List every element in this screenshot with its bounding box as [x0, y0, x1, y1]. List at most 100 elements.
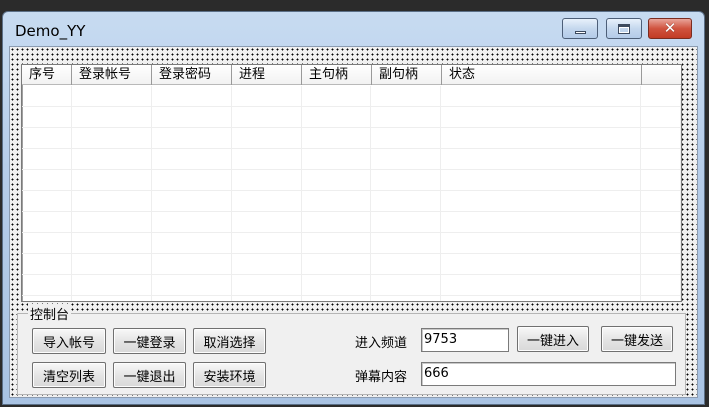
one-click-login-button[interactable]: 一键登录	[113, 328, 186, 354]
table-cell	[232, 86, 302, 106]
import-accounts-button[interactable]: 导入帐号	[32, 328, 106, 354]
table-cell	[302, 86, 372, 106]
table-cell	[371, 170, 442, 190]
channel-input[interactable]: 9753	[421, 328, 509, 352]
table-row	[22, 212, 681, 233]
table-cell	[441, 296, 642, 301]
install-environment-button[interactable]: 安装环境	[193, 362, 266, 388]
table-cell	[371, 107, 442, 127]
minimize-button[interactable]	[562, 18, 598, 39]
table-cell	[641, 107, 681, 127]
table-cell	[152, 107, 232, 127]
table-cell	[371, 233, 442, 253]
channel-label: 进入频道	[355, 336, 408, 351]
table-cell	[232, 212, 302, 232]
table-cell	[302, 170, 372, 190]
column-header-status[interactable]: 状态	[442, 65, 642, 85]
table-cell	[72, 128, 152, 148]
table-cell	[152, 233, 232, 253]
table-cell	[152, 128, 232, 148]
one-click-enter-button[interactable]: 一键进入	[517, 326, 589, 352]
column-header-process[interactable]: 进程	[232, 65, 302, 85]
table-cell	[22, 296, 72, 301]
window-title: Demo_YY	[15, 22, 86, 40]
table-cell	[641, 149, 681, 169]
column-header-sub-handle[interactable]: 副句柄	[372, 65, 442, 85]
table-row	[22, 254, 681, 275]
table-cell	[72, 149, 152, 169]
table-cell	[441, 170, 642, 190]
table-row	[22, 275, 681, 296]
table-cell	[152, 275, 232, 295]
console-group-title: 控制台	[28, 304, 72, 323]
table-cell	[441, 254, 642, 274]
table-cell	[302, 275, 372, 295]
table-cell	[371, 149, 442, 169]
column-header-filler	[642, 65, 681, 85]
table-cell	[371, 191, 442, 211]
table-cell	[152, 86, 232, 106]
table-cell	[302, 149, 372, 169]
maximize-button[interactable]	[606, 18, 642, 39]
table-cell	[641, 275, 681, 295]
table-cell	[371, 275, 442, 295]
app-window: Demo_YY ✕ 序号 登录帐号 登录密码 进程 主句柄 副句柄 状态 控制台…	[2, 11, 705, 405]
table-cell	[152, 296, 232, 301]
danmaku-label: 弹幕内容	[355, 370, 408, 385]
table-cell	[22, 149, 72, 169]
maximize-icon	[618, 23, 630, 34]
table-cell	[232, 191, 302, 211]
column-header-main-handle[interactable]: 主句柄	[302, 65, 372, 85]
table-cell	[232, 296, 302, 301]
table-row	[22, 86, 681, 107]
table-cell	[302, 191, 372, 211]
minimize-icon	[574, 31, 586, 34]
table-cell	[371, 296, 442, 301]
table-cell	[232, 275, 302, 295]
table-cell	[152, 170, 232, 190]
table-row	[22, 128, 681, 149]
close-icon: ✕	[663, 19, 677, 37]
account-list[interactable]: 序号 登录帐号 登录密码 进程 主句柄 副句柄 状态	[21, 64, 682, 302]
cancel-selection-button[interactable]: 取消选择	[193, 328, 266, 354]
table-row	[22, 191, 681, 212]
table-cell	[371, 128, 442, 148]
list-body[interactable]	[22, 86, 681, 301]
table-cell	[641, 86, 681, 106]
table-cell	[371, 86, 442, 106]
one-click-logout-button[interactable]: 一键退出	[113, 362, 186, 388]
table-cell	[72, 212, 152, 232]
table-cell	[441, 212, 642, 232]
table-cell	[641, 296, 681, 301]
close-button[interactable]: ✕	[648, 18, 692, 39]
column-header-account[interactable]: 登录帐号	[72, 65, 152, 85]
table-row	[22, 296, 681, 301]
table-cell	[641, 191, 681, 211]
one-click-send-button[interactable]: 一键发送	[601, 326, 673, 352]
table-cell	[22, 233, 72, 253]
title-bar[interactable]: Demo_YY ✕	[3, 12, 704, 46]
table-cell	[232, 128, 302, 148]
table-cell	[152, 149, 232, 169]
table-cell	[72, 86, 152, 106]
table-cell	[152, 212, 232, 232]
table-cell	[641, 170, 681, 190]
column-header-index[interactable]: 序号	[22, 65, 72, 85]
table-cell	[22, 212, 72, 232]
table-cell	[72, 296, 152, 301]
list-header: 序号 登录帐号 登录密码 进程 主句柄 副句柄 状态	[22, 65, 681, 85]
table-cell	[22, 275, 72, 295]
table-row	[22, 149, 681, 170]
table-cell	[302, 107, 372, 127]
danmaku-input[interactable]: 666	[421, 362, 676, 386]
table-cell	[641, 233, 681, 253]
column-header-password[interactable]: 登录密码	[152, 65, 232, 85]
table-row	[22, 170, 681, 191]
clear-list-button[interactable]: 清空列表	[32, 362, 106, 388]
table-cell	[232, 170, 302, 190]
table-cell	[641, 128, 681, 148]
table-cell	[302, 212, 372, 232]
table-cell	[232, 233, 302, 253]
table-row	[22, 233, 681, 254]
table-cell	[441, 149, 642, 169]
